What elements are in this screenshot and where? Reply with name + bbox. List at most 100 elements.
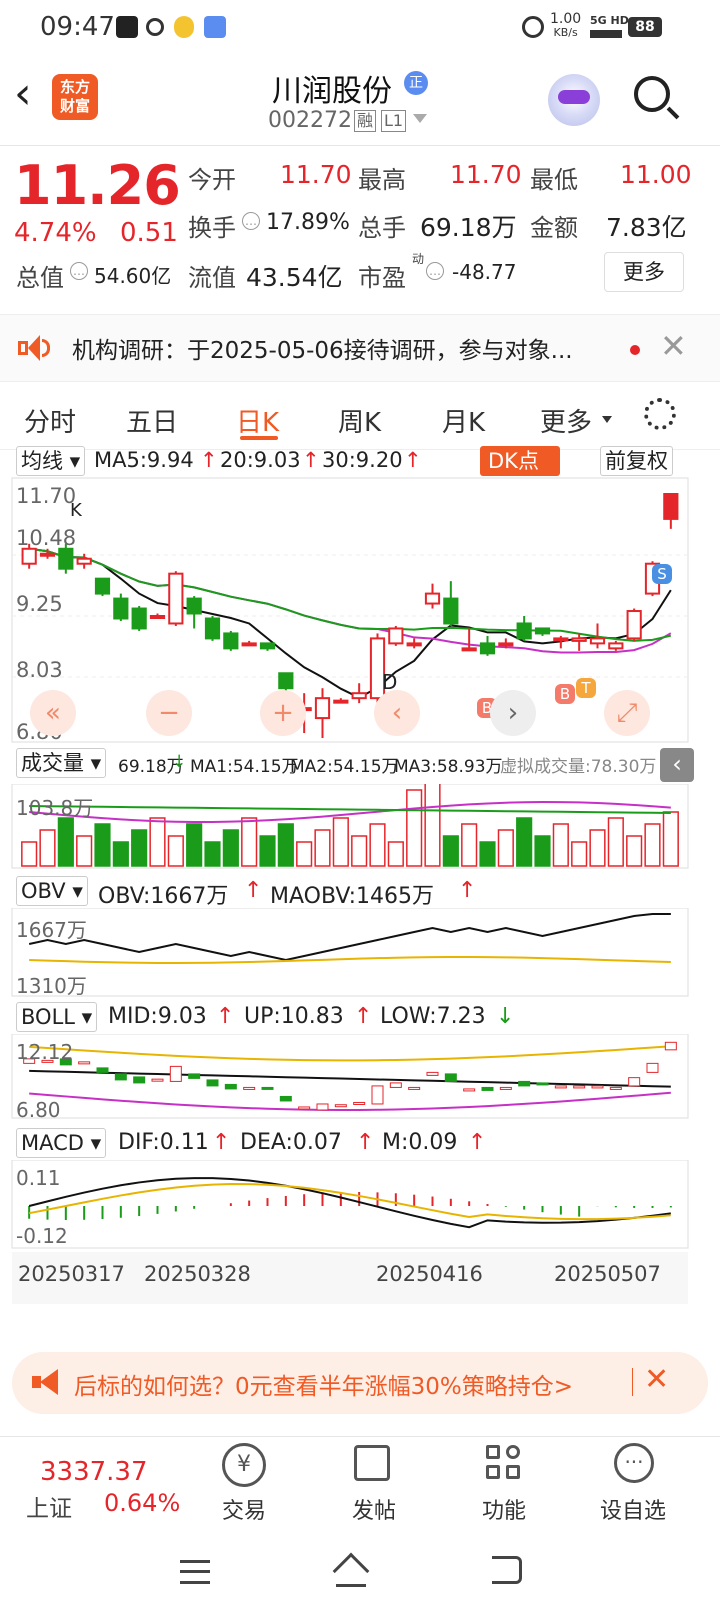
y-tick: 11.70 (16, 484, 77, 508)
function-label[interactable]: 功能 (482, 1493, 526, 1525)
chart-frame (11, 1160, 689, 1249)
candle-body (204, 617, 221, 640)
close-icon[interactable]: ✕ (660, 327, 687, 365)
obv-selector[interactable]: OBV ▾ (16, 876, 88, 906)
margin-tag: 融 (354, 110, 377, 132)
tab-intraday[interactable]: 分时 (24, 402, 76, 439)
notice-bar[interactable]: 机构调研：于2025-05-06接待调研，参与对象... ✕ (0, 314, 720, 382)
macd-selector[interactable]: MACD ▾ (16, 1128, 107, 1158)
t-marker[interactable]: T (576, 678, 596, 698)
scroll-right-icon[interactable]: › (490, 690, 536, 736)
volume-chart[interactable] (0, 784, 720, 870)
back-icon[interactable]: ‹ (14, 72, 32, 116)
index-value[interactable]: 3337.37 (40, 1457, 148, 1487)
boll-candle (609, 1086, 622, 1090)
y-tick: 1310万 (16, 974, 87, 998)
boll-chart[interactable] (0, 1034, 720, 1120)
scroll-left-fast-icon[interactable]: « (30, 690, 76, 736)
chevron-down-icon[interactable] (413, 114, 427, 123)
gear-icon[interactable] (644, 398, 676, 430)
chart-frame (11, 1034, 689, 1119)
candle-body (21, 547, 37, 565)
candle-body (663, 493, 679, 520)
post-icon[interactable] (354, 1445, 390, 1481)
macd-chart[interactable] (0, 1160, 720, 1250)
candle-body (589, 637, 606, 645)
ma20-value: 20:9.03 (220, 448, 301, 472)
candle-body (534, 627, 551, 635)
home-icon[interactable] (332, 1552, 370, 1590)
robot-assistant-icon[interactable] (548, 74, 600, 126)
more-button[interactable]: 更多 (604, 252, 684, 292)
tab-weekly-k[interactable]: 周K (338, 402, 381, 439)
info-icon[interactable]: … (426, 262, 444, 280)
volume-bar (332, 817, 349, 867)
scroll-left-icon[interactable]: ‹ (374, 690, 420, 736)
ad-banner[interactable]: 后标的如何选？0元查看半年涨幅30%策略持仓> ✕ (12, 1352, 708, 1414)
candle-body (94, 577, 111, 595)
volume-bar (314, 829, 331, 867)
adjust-selector[interactable]: 前复权 (600, 446, 673, 476)
boll-candle (334, 1104, 347, 1108)
info-icon[interactable]: … (242, 212, 260, 230)
low-value: 11.00 (620, 160, 692, 189)
candle-body (626, 610, 642, 640)
boll-candle (279, 1095, 292, 1102)
tab-daily-k[interactable]: 日K (236, 402, 279, 439)
trade-icon[interactable]: ¥ (222, 1443, 266, 1487)
sell-marker[interactable]: S (652, 564, 672, 584)
add-watchlist-label[interactable]: 设自选 (600, 1493, 666, 1525)
close-icon[interactable]: ✕ (644, 1362, 669, 1397)
collapse-panel-icon[interactable]: ‹ (660, 748, 694, 782)
index-change[interactable]: 0.64% (104, 1489, 180, 1517)
net-speed: 1.00 KB/s (550, 11, 582, 39)
app-logo[interactable]: 东方 财富 (52, 74, 98, 120)
more-dots-icon[interactable]: ··· (614, 1443, 654, 1483)
tab-more[interactable]: 更多 (540, 402, 592, 439)
volume-selector[interactable]: 成交量 ▾ (16, 748, 107, 778)
search-icon[interactable] (634, 76, 670, 112)
volume-bar (131, 829, 148, 867)
candle-body (553, 637, 569, 642)
trade-label[interactable]: 交易 (222, 1493, 266, 1525)
indicator-selector[interactable]: 均线 ▾ (16, 446, 86, 476)
open-label: 今开 (188, 166, 236, 194)
boll-mid: MID:9.03 (108, 1004, 207, 1029)
tab-5day[interactable]: 五日 (126, 402, 178, 439)
volume-bar (626, 835, 643, 867)
bottom-nav: 3337.37 上证 0.64% ¥ 交易 发帖 功能 ··· 设自选 (0, 1436, 720, 1536)
y-tick: 9.25 (16, 592, 63, 616)
dk-point-button[interactable]: DK点 (480, 446, 560, 476)
date-label: 20250416 (376, 1262, 483, 1286)
obv-chart[interactable] (0, 908, 720, 998)
function-grid-icon[interactable] (486, 1445, 522, 1481)
pe-label: 市盈 (358, 264, 406, 292)
boll-selector[interactable]: BOLL ▾ (16, 1002, 98, 1032)
zoom-out-icon[interactable]: − (146, 690, 192, 736)
zoom-in-icon[interactable]: + (260, 690, 306, 736)
period-tabs: 分时 五日 日K 周K 月K 更多 (0, 384, 720, 450)
info-icon[interactable]: … (70, 262, 88, 280)
candle-body (333, 699, 349, 704)
buy-marker[interactable]: B (555, 684, 575, 704)
index-name[interactable]: 上证 (26, 1489, 72, 1523)
boll-candle (408, 1086, 421, 1090)
speaker-icon (18, 333, 50, 363)
last-price: 11.26 (14, 154, 181, 217)
compass-icon (204, 16, 226, 38)
stock-name: 川润股份 (272, 74, 392, 109)
back-nav-icon[interactable] (492, 1556, 522, 1584)
boll-candle (371, 1085, 384, 1105)
post-label[interactable]: 发帖 (352, 1493, 396, 1525)
macd-dif: DIF:0.11 (118, 1130, 209, 1155)
vol-ma-line (29, 805, 671, 814)
float-label: 流值 (188, 264, 236, 292)
fullscreen-icon[interactable]: ⤢ (604, 690, 650, 736)
candle-body (168, 572, 184, 625)
tab-monthly-k[interactable]: 月K (442, 402, 485, 439)
y-tick: 8.03 (16, 658, 63, 682)
menu-icon[interactable] (180, 1560, 210, 1584)
candle-body (149, 615, 166, 619)
volume-bar (277, 823, 294, 867)
dea-line (28, 1183, 671, 1221)
